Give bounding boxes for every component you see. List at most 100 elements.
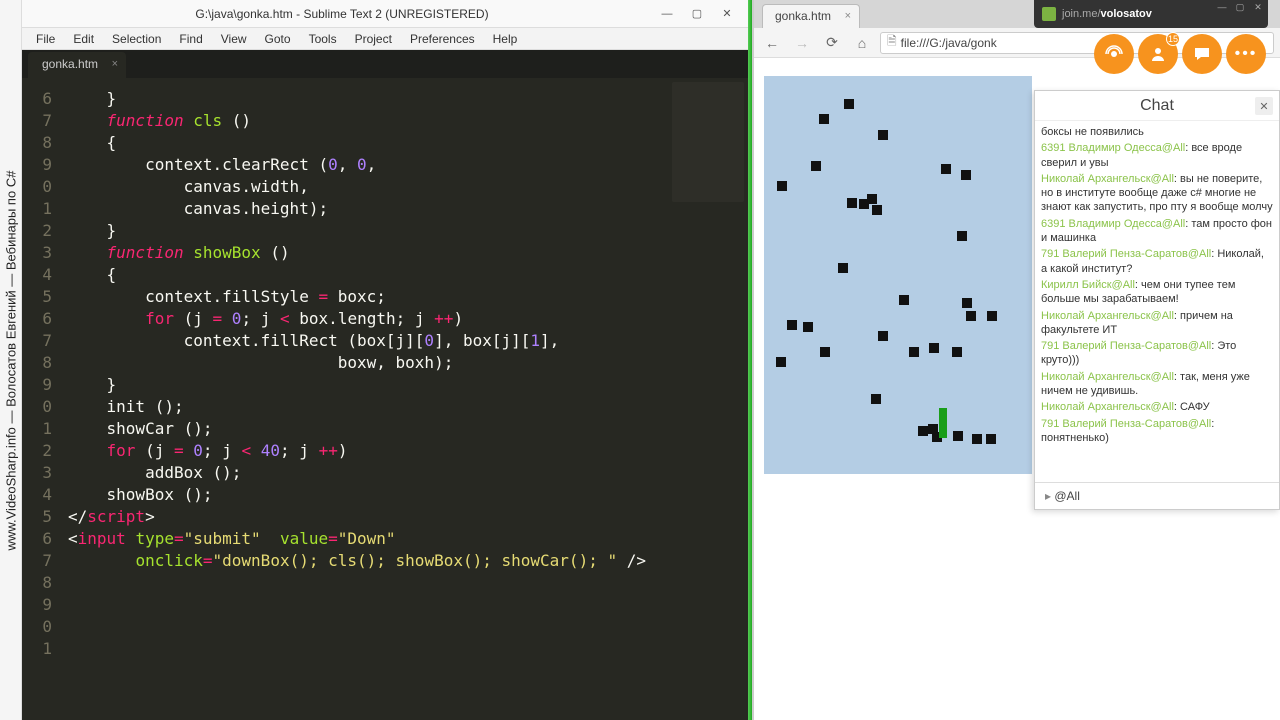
chat-username: Николай Архангельск@All <box>1041 371 1174 383</box>
participants-badge: 15 <box>1166 32 1180 46</box>
box <box>899 295 909 305</box>
joinme-toolbar[interactable]: join.me/volosatov — ▢ ✕ <box>1034 0 1268 28</box>
chat-button[interactable] <box>1182 34 1222 74</box>
chat-text: боксы не появились <box>1041 126 1144 138</box>
chat-message: Николай Архангельск@All: причем на факул… <box>1041 309 1273 338</box>
sublime-tab-bar: gonka.htm × <box>22 50 748 78</box>
vertical-title: www.VideoSharp.info — Волосатов Евгений … <box>3 170 18 550</box>
chat-header: Chat ✕ <box>1035 91 1279 121</box>
box <box>952 347 962 357</box>
chat-message: 6391 Владимир Одесса@All: там просто фон… <box>1041 217 1273 246</box>
chat-username: 791 Валерий Пенза-Саратов@All <box>1041 248 1211 260</box>
close-button[interactable]: ✕ <box>714 4 740 24</box>
joinme-host: join.me/ <box>1062 8 1101 20</box>
window-divider[interactable] <box>748 0 752 720</box>
forward-button[interactable]: → <box>790 31 814 55</box>
menu-file[interactable]: File <box>28 30 63 48</box>
line-number-gutter: 67890123456789012345678901 <box>22 78 58 720</box>
chat-username: Николай Архангельск@All <box>1041 401 1174 413</box>
chat-icon <box>1193 45 1211 63</box>
chat-message: Николай Архангельск@All: так, меня уже н… <box>1041 370 1273 399</box>
menu-project[interactable]: Project <box>347 30 400 48</box>
joinme-min-icon[interactable]: — <box>1214 2 1230 14</box>
chat-message-list[interactable]: боксы не появились 6391 Владимир Одесса@A… <box>1035 121 1279 482</box>
broadcast-icon <box>1104 44 1124 64</box>
box <box>941 164 951 174</box>
maximize-button[interactable]: ▢ <box>684 4 710 24</box>
url-text: file:///G:/java/gonk <box>901 36 997 50</box>
chat-username: 6391 Владимир Одесса@All <box>1041 142 1185 154</box>
broadcast-button[interactable] <box>1094 34 1134 74</box>
participants-button[interactable]: 15 <box>1138 34 1178 74</box>
chrome-tab-close-icon[interactable]: × <box>845 10 851 22</box>
reload-button[interactable]: ⟳ <box>820 31 844 55</box>
joinme-close-icon[interactable]: ✕ <box>1250 2 1266 14</box>
menu-find[interactable]: Find <box>171 30 210 48</box>
chat-message: 791 Валерий Пенза-Саратов@All: Николай, … <box>1041 247 1273 276</box>
sublime-titlebar: G:\java\gonka.htm - Sublime Text 2 (UNRE… <box>22 0 748 28</box>
box <box>878 331 888 341</box>
box <box>953 431 963 441</box>
menu-edit[interactable]: Edit <box>65 30 102 48</box>
home-button[interactable]: ⌂ <box>850 31 874 55</box>
game-canvas[interactable] <box>764 76 1032 474</box>
box <box>966 311 976 321</box>
chat-message: Николай Архангельск@All: САФУ <box>1041 400 1273 414</box>
more-button[interactable]: ••• <box>1226 34 1266 74</box>
box <box>787 320 797 330</box>
chat-close-button[interactable]: ✕ <box>1255 97 1273 115</box>
dots-icon: ••• <box>1235 45 1258 63</box>
minimap-viewport <box>672 82 744 202</box>
box <box>929 343 939 353</box>
box <box>987 311 997 321</box>
box <box>819 114 829 124</box>
person-icon <box>1149 45 1167 63</box>
joinme-action-buttons: 15 ••• <box>1094 34 1266 74</box>
chrome-tab[interactable]: gonka.htm × <box>762 4 860 28</box>
chat-recipient-label: @All <box>1054 489 1080 503</box>
box <box>961 170 971 180</box>
joinme-max-icon[interactable]: ▢ <box>1232 2 1248 14</box>
joinme-window-controls: — ▢ ✕ <box>1214 2 1266 14</box>
box <box>918 426 928 436</box>
chat-username: Николай Архангельск@All <box>1041 310 1174 322</box>
code-area[interactable]: } function cls () { context.clearRect (0… <box>58 78 668 720</box>
tab-label: gonka.htm <box>42 57 98 71</box>
chat-username: 6391 Владимир Одесса@All <box>1041 218 1185 230</box>
minimap[interactable] <box>668 78 748 720</box>
box <box>847 198 857 208</box>
chat-message: 791 Валерий Пенза-Саратов@All: Это круто… <box>1041 339 1273 368</box>
menu-goto[interactable]: Goto <box>257 30 299 48</box>
menu-tools[interactable]: Tools <box>301 30 345 48</box>
chat-message: Кирилл Бийск@All: чем они тупее тем боль… <box>1041 278 1273 307</box>
box <box>803 322 813 332</box>
sublime-title: G:\java\gonka.htm - Sublime Text 2 (UNRE… <box>30 7 654 21</box>
chrome-tab-label: gonka.htm <box>775 9 831 23</box>
chat-panel: Chat ✕ боксы не появились 6391 Владимир О… <box>1034 90 1280 510</box>
box <box>777 181 787 191</box>
back-button[interactable]: ← <box>760 31 784 55</box>
joinme-logo-icon <box>1042 7 1056 21</box>
box <box>957 231 967 241</box>
chat-message: 791 Валерий Пенза-Саратов@All: понятнень… <box>1041 417 1273 446</box>
box <box>820 347 830 357</box>
box <box>776 357 786 367</box>
box <box>871 394 881 404</box>
chat-message: 6391 Владимир Одесса@All: все вроде свер… <box>1041 141 1273 170</box>
chat-text: : САФУ <box>1174 401 1210 413</box>
menu-preferences[interactable]: Preferences <box>402 30 483 48</box>
menu-help[interactable]: Help <box>485 30 526 48</box>
box <box>811 161 821 171</box>
menu-view[interactable]: View <box>213 30 255 48</box>
minimize-button[interactable]: — <box>654 4 680 24</box>
sublime-tab[interactable]: gonka.htm × <box>28 52 126 78</box>
chat-username: 791 Валерий Пенза-Саратов@All <box>1041 340 1211 352</box>
box <box>986 434 996 444</box>
chat-username: 791 Валерий Пенза-Саратов@All <box>1041 418 1211 430</box>
sublime-menubar: File Edit Selection Find View Goto Tools… <box>22 28 748 50</box>
vertical-title-bar: www.VideoSharp.info — Волосатов Евгений … <box>0 0 22 720</box>
chat-recipient-selector[interactable]: @All <box>1035 482 1279 509</box>
tab-close-icon[interactable]: × <box>112 58 118 70</box>
menu-selection[interactable]: Selection <box>104 30 169 48</box>
box <box>867 194 877 204</box>
